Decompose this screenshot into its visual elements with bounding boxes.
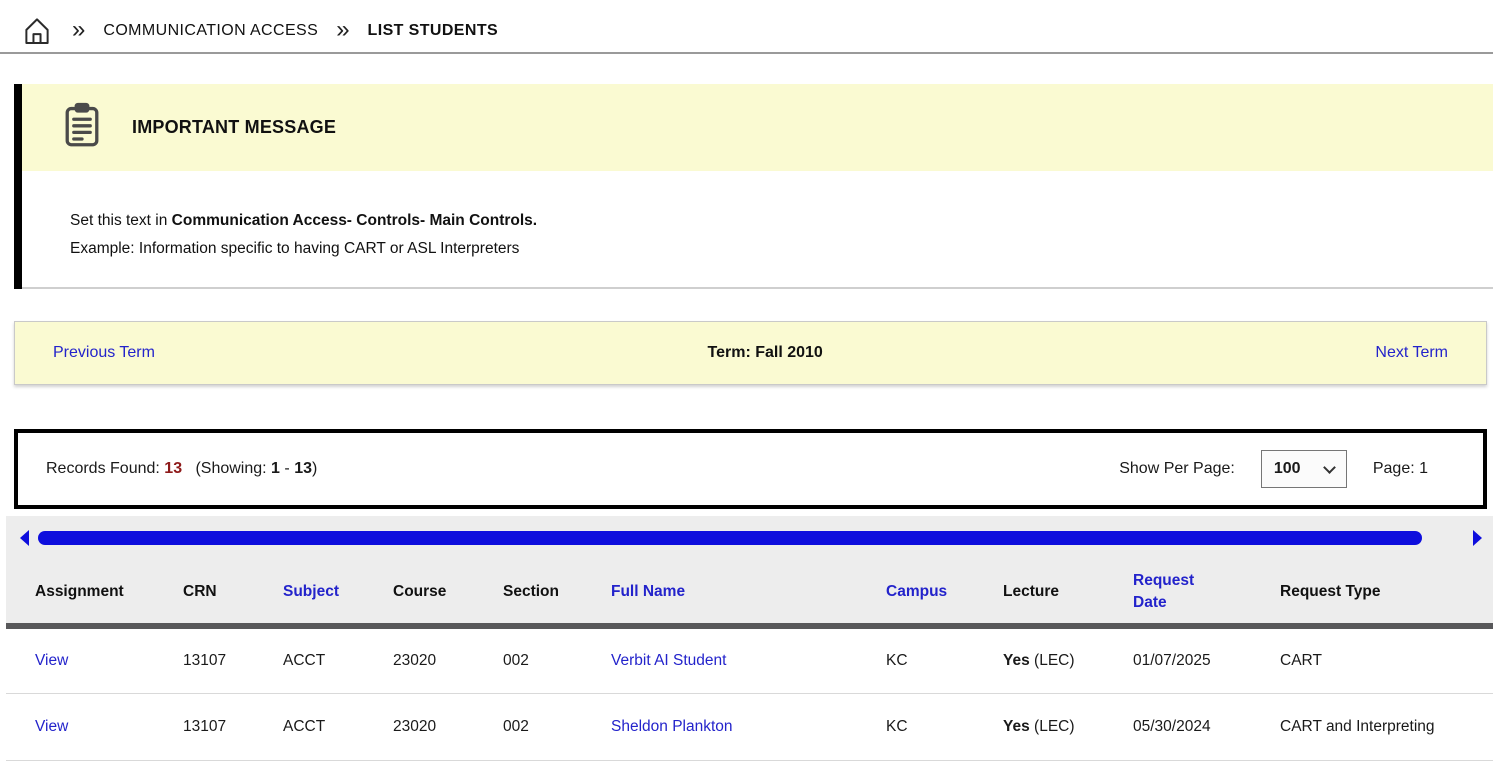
view-link[interactable]: View — [35, 652, 68, 669]
scroll-right-arrow-icon[interactable] — [1473, 530, 1482, 546]
horizontal-scrollbar[interactable] — [6, 516, 1493, 560]
col-assignment: Assignment — [6, 560, 183, 626]
show-per-page-label: Show Per Page: — [1119, 460, 1235, 478]
view-link[interactable]: View — [35, 718, 68, 735]
request-date-cell: 01/07/2025 — [1133, 626, 1280, 693]
crn-cell: 13107 — [183, 626, 283, 693]
crn-cell: 13107 — [183, 693, 283, 760]
request-type-cell: CART — [1280, 626, 1493, 693]
col-full-name[interactable]: Full Name — [611, 560, 886, 626]
chevron-down-icon — [1323, 461, 1336, 474]
message-line-2: Example: Information specific to having … — [70, 235, 1493, 263]
campus-cell: KC — [886, 693, 1003, 760]
students-table-area: Assignment CRN Subject Course Section Fu… — [6, 516, 1493, 761]
per-page-select[interactable]: 100 — [1261, 450, 1347, 488]
lecture-cell: Yes (LEC) — [1003, 693, 1133, 760]
table-row: View 13107 ACCT 23020 002 Sheldon Plankt… — [6, 693, 1493, 760]
important-message-title: IMPORTANT MESSAGE — [132, 117, 336, 138]
subject-cell: ACCT — [283, 693, 393, 760]
records-found-count: 13 — [164, 460, 182, 477]
col-section: Section — [503, 560, 611, 626]
next-term-link[interactable]: Next Term — [1375, 344, 1486, 362]
course-cell: 23020 — [393, 626, 503, 693]
section-cell: 002 — [503, 693, 611, 760]
important-message-panel: IMPORTANT MESSAGE Set this text in Commu… — [14, 84, 1493, 289]
message-line-1: Set this text in Communication Access- C… — [70, 207, 1493, 235]
records-found-text: Records Found: 13 (Showing: 1 - 13) — [18, 460, 317, 478]
section-cell: 002 — [503, 626, 611, 693]
breadcrumb: » COMMUNICATION ACCESS » LIST STUDENTS — [0, 0, 1493, 54]
previous-term-link[interactable]: Previous Term — [15, 344, 155, 362]
student-name-link[interactable]: Sheldon Plankton — [611, 718, 733, 735]
current-term-label: Term: Fall 2010 — [155, 344, 1375, 362]
table-body: View 13107 ACCT 23020 002 Verbit AI Stud… — [6, 626, 1493, 760]
term-bar: Previous Term Term: Fall 2010 Next Term — [14, 321, 1487, 385]
clipboard-icon — [62, 102, 102, 153]
important-message-header: IMPORTANT MESSAGE — [22, 84, 1493, 171]
col-subject[interactable]: Subject — [283, 560, 393, 626]
table-header-row: Assignment CRN Subject Course Section Fu… — [6, 560, 1493, 626]
breadcrumb-separator: » — [72, 18, 85, 45]
breadcrumb-list-students: LIST STUDENTS — [368, 22, 499, 40]
students-table: Assignment CRN Subject Course Section Fu… — [6, 560, 1493, 761]
important-message-body: Set this text in Communication Access- C… — [22, 171, 1493, 289]
lecture-cell: Yes (LEC) — [1003, 626, 1133, 693]
table-row: View 13107 ACCT 23020 002 Verbit AI Stud… — [6, 626, 1493, 693]
home-icon[interactable] — [20, 14, 54, 48]
student-name-link[interactable]: Verbit AI Student — [611, 652, 726, 669]
col-campus[interactable]: Campus — [886, 560, 1003, 626]
col-request-type: Request Type — [1280, 560, 1493, 626]
col-course: Course — [393, 560, 503, 626]
page-indicator: Page: 1 — [1373, 460, 1428, 478]
col-request-date[interactable]: Request Date — [1133, 560, 1280, 626]
subject-cell: ACCT — [283, 626, 393, 693]
request-type-cell: CART and Interpreting — [1280, 693, 1493, 760]
campus-cell: KC — [886, 626, 1003, 693]
col-crn: CRN — [183, 560, 283, 626]
scroll-left-arrow-icon[interactable] — [20, 530, 29, 546]
breadcrumb-communication-access[interactable]: COMMUNICATION ACCESS — [103, 22, 318, 40]
breadcrumb-separator: » — [336, 18, 349, 45]
course-cell: 23020 — [393, 693, 503, 760]
scrollbar-thumb[interactable] — [38, 531, 1422, 545]
records-bar: Records Found: 13 (Showing: 1 - 13) Show… — [14, 429, 1487, 509]
col-lecture: Lecture — [1003, 560, 1133, 626]
request-date-cell: 05/30/2024 — [1133, 693, 1280, 760]
